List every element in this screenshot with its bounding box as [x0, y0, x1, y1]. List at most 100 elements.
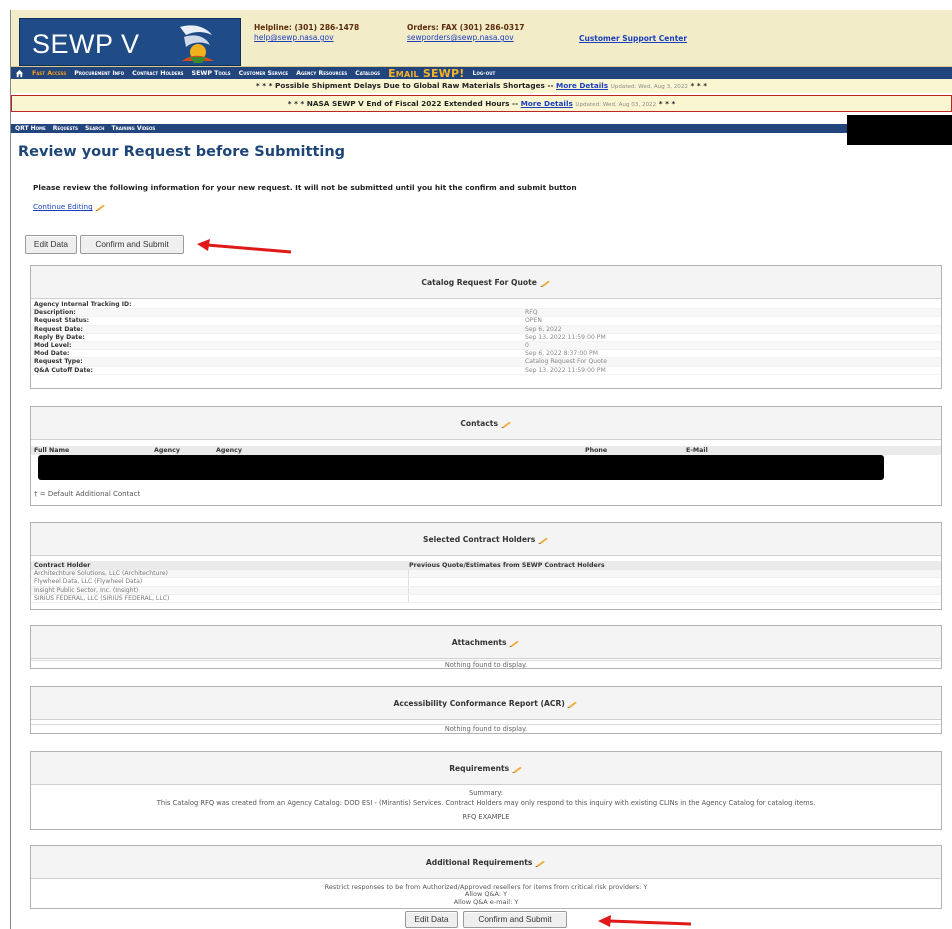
home-icon[interactable]	[15, 69, 24, 78]
qrt-subnav: QRT Home Requests Search Training Videos	[11, 124, 952, 133]
alert-more-details-link[interactable]: More Details	[521, 99, 573, 108]
pencil-icon[interactable]	[539, 280, 551, 287]
requirements-panel-header: Requirements	[31, 752, 941, 785]
edit-data-button-bottom[interactable]: Edit Data	[405, 911, 458, 928]
rfq-row: Description: RFQ	[31, 309, 941, 318]
pencil-icon[interactable]	[500, 421, 512, 428]
sewp-logo[interactable]: SEWP V	[19, 18, 241, 66]
additional-requirements-title: Additional Requirements	[425, 858, 533, 867]
rfq-title: Catalog Request For Quote	[421, 278, 537, 287]
nav-agency-resources[interactable]: Agency Resources	[296, 70, 347, 77]
rfq-row: Request Date: Sep 6, 2022	[31, 325, 941, 334]
column-header: Full Name	[34, 447, 70, 454]
requirements-title: Requirements	[449, 764, 510, 773]
helpline-block: Helpline: (301) 286-1478 help@sewp.nasa.…	[254, 23, 359, 43]
rfq-row: Agency Internal Tracking ID:	[31, 301, 941, 310]
orders-text: Orders: FAX (301) 286-0317	[407, 23, 525, 32]
column-header: Previous Quote/Estimates from SEWP Contr…	[409, 562, 605, 569]
rfq-panel-header: Catalog Request For Quote	[31, 266, 941, 299]
table-row: Architechture Solutions, LLC (Architecht…	[31, 570, 941, 579]
nav-sewp-tools[interactable]: SEWP Tools	[192, 70, 231, 77]
page-title: Review your Request before Submitting	[18, 144, 346, 160]
acr-panel-header: Accessibility Conformance Report (ACR)	[31, 687, 941, 720]
subnav-qrt-home[interactable]: QRT Home	[15, 125, 46, 132]
rfq-row: Reply By Date: Sep 13, 2022 11:59:00 PM	[31, 334, 941, 342]
rfq-row: Mod Date: Sep 6, 2022 8:37:00 PM	[31, 350, 941, 359]
edit-data-button[interactable]: Edit Data	[25, 235, 77, 254]
additional-requirements-panel-header: Additional Requirements	[31, 846, 941, 879]
contract-holders-panel-header: Selected Contract Holders	[31, 523, 941, 556]
pencil-icon[interactable]	[95, 204, 106, 211]
column-header: Agency	[154, 447, 180, 454]
subnav-training-videos[interactable]: Training Videos	[112, 125, 156, 132]
annotation-arrow-icon	[598, 915, 692, 927]
alert-updated: Updated: Wed, Aug 3, 2022	[610, 84, 688, 90]
alert-text: * * * Possible Shipment Delays Due to Gl…	[255, 81, 557, 90]
subnav-requests[interactable]: Requests	[53, 125, 78, 132]
table-row: SIRIUS FEDERAL, LLC (SIRIUS FEDERAL, LLC…	[31, 594, 941, 604]
customer-support-link[interactable]: Customer Support Center	[579, 34, 687, 43]
instructions-text: Please review the following information …	[33, 183, 577, 192]
contacts-footnote: † = Default Additional Contact	[34, 490, 141, 498]
attachments-panel: Attachments Nothing found to display.	[30, 625, 942, 669]
rfq-row: Request Type: Catalog Request For Quote	[31, 358, 941, 367]
contract-holders-column-headers: Contract Holder Previous Quote/Estimates…	[31, 561, 941, 570]
alert-updated: Updated: Wed, Aug 03, 2022	[575, 102, 657, 108]
pencil-icon[interactable]	[512, 766, 523, 773]
nav-logout[interactable]: Log-out	[472, 70, 495, 77]
acr-panel: Accessibility Conformance Report (ACR) N…	[30, 686, 942, 734]
column-header: Phone	[585, 447, 608, 454]
pencil-icon[interactable]	[538, 537, 549, 544]
contacts-column-headers: Full Name Agency Agency Phone E-Mail	[31, 446, 941, 455]
alert-banner-fiscal: * * * NASA SEWP V End of Fiscal 2022 Ext…	[11, 95, 952, 112]
logo-text: SEWP V	[32, 29, 140, 59]
acr-title: Accessibility Conformance Report (ACR)	[393, 699, 565, 708]
confirm-submit-button-bottom[interactable]: Confirm and Submit	[463, 911, 567, 928]
alert-banner-shipment: * * * Possible Shipment Delays Due to Gl…	[11, 79, 952, 93]
main-nav: Fast Access Procurement Info Contract Ho…	[11, 67, 952, 80]
requirements-summary-label: Summary:	[468, 789, 504, 797]
contacts-panel-header: Contacts	[31, 407, 941, 440]
requirements-example: RFQ EXAMPLE	[462, 813, 510, 821]
requirements-panel: Requirements Summary: This Catalog RFQ w…	[30, 751, 942, 830]
alert-suffix: * * *	[656, 99, 676, 108]
pencil-icon[interactable]	[535, 860, 546, 867]
rfq-panel: Catalog Request For Quote Agency Interna…	[30, 265, 942, 389]
nav-contract-holders[interactable]: Contract Holders	[132, 70, 183, 77]
alert-more-details-link[interactable]: More Details	[556, 81, 608, 90]
requirements-body: Summary: This Catalog RFQ was created fr…	[31, 788, 941, 822]
pencil-icon[interactable]	[567, 701, 578, 708]
redaction-box	[38, 455, 884, 480]
continue-editing: Continue Editing	[33, 202, 106, 211]
nav-customer-service[interactable]: Customer Service	[239, 70, 288, 77]
column-header: Agency	[216, 447, 242, 454]
logo-swirl-icon	[180, 25, 214, 63]
continue-editing-link[interactable]: Continue Editing	[33, 202, 93, 211]
column-header: E-Mail	[686, 447, 708, 454]
orders-email-link[interactable]: sewporders@sewp.nasa.gov	[407, 33, 514, 42]
redaction-box	[847, 115, 952, 145]
alert-suffix: * * *	[687, 81, 708, 90]
nav-fast-access[interactable]: Fast Access	[32, 70, 66, 77]
pencil-icon[interactable]	[509, 640, 520, 647]
site-header: SEWP V Helpline: (301) 286-1478 help@sew…	[11, 10, 952, 67]
contract-holders-panel: Selected Contract Holders Contract Holde…	[30, 522, 942, 610]
additional-requirements-panel: Additional Requirements Restrict respons…	[30, 845, 942, 909]
rfq-row: Mod Level: 0	[31, 341, 941, 351]
nav-procurement-info[interactable]: Procurement Info	[74, 70, 124, 77]
help-email-link[interactable]: help@sewp.nasa.gov	[254, 33, 334, 42]
attachments-panel-header: Attachments	[31, 626, 941, 659]
column-header: Contract Holder	[34, 562, 91, 569]
rfq-row: Q&A Cutoff Date: Sep 13, 2022 11:59:00 PM	[31, 367, 941, 375]
subnav-search[interactable]: Search	[85, 125, 105, 132]
confirm-submit-button[interactable]: Confirm and Submit	[80, 235, 184, 254]
nav-catalogs[interactable]: Catalogs	[355, 70, 380, 77]
helpline-text: Helpline: (301) 286-1478	[254, 23, 360, 32]
orders-block: Orders: FAX (301) 286-0317 sewporders@se…	[407, 23, 525, 43]
contract-holders-title: Selected Contract Holders	[423, 535, 536, 544]
table-row: Insight Public Sector, Inc. (Insight)	[31, 586, 941, 595]
nav-email-sewp[interactable]: Email SEWP!	[388, 67, 464, 80]
contract-holder-list: Architechture Solutions, LLC (Architecht…	[31, 570, 941, 604]
requirements-summary-text: This Catalog RFQ was created from an Age…	[156, 799, 816, 807]
additional-requirements-body: Restrict responses to be from Authorized…	[31, 883, 941, 906]
